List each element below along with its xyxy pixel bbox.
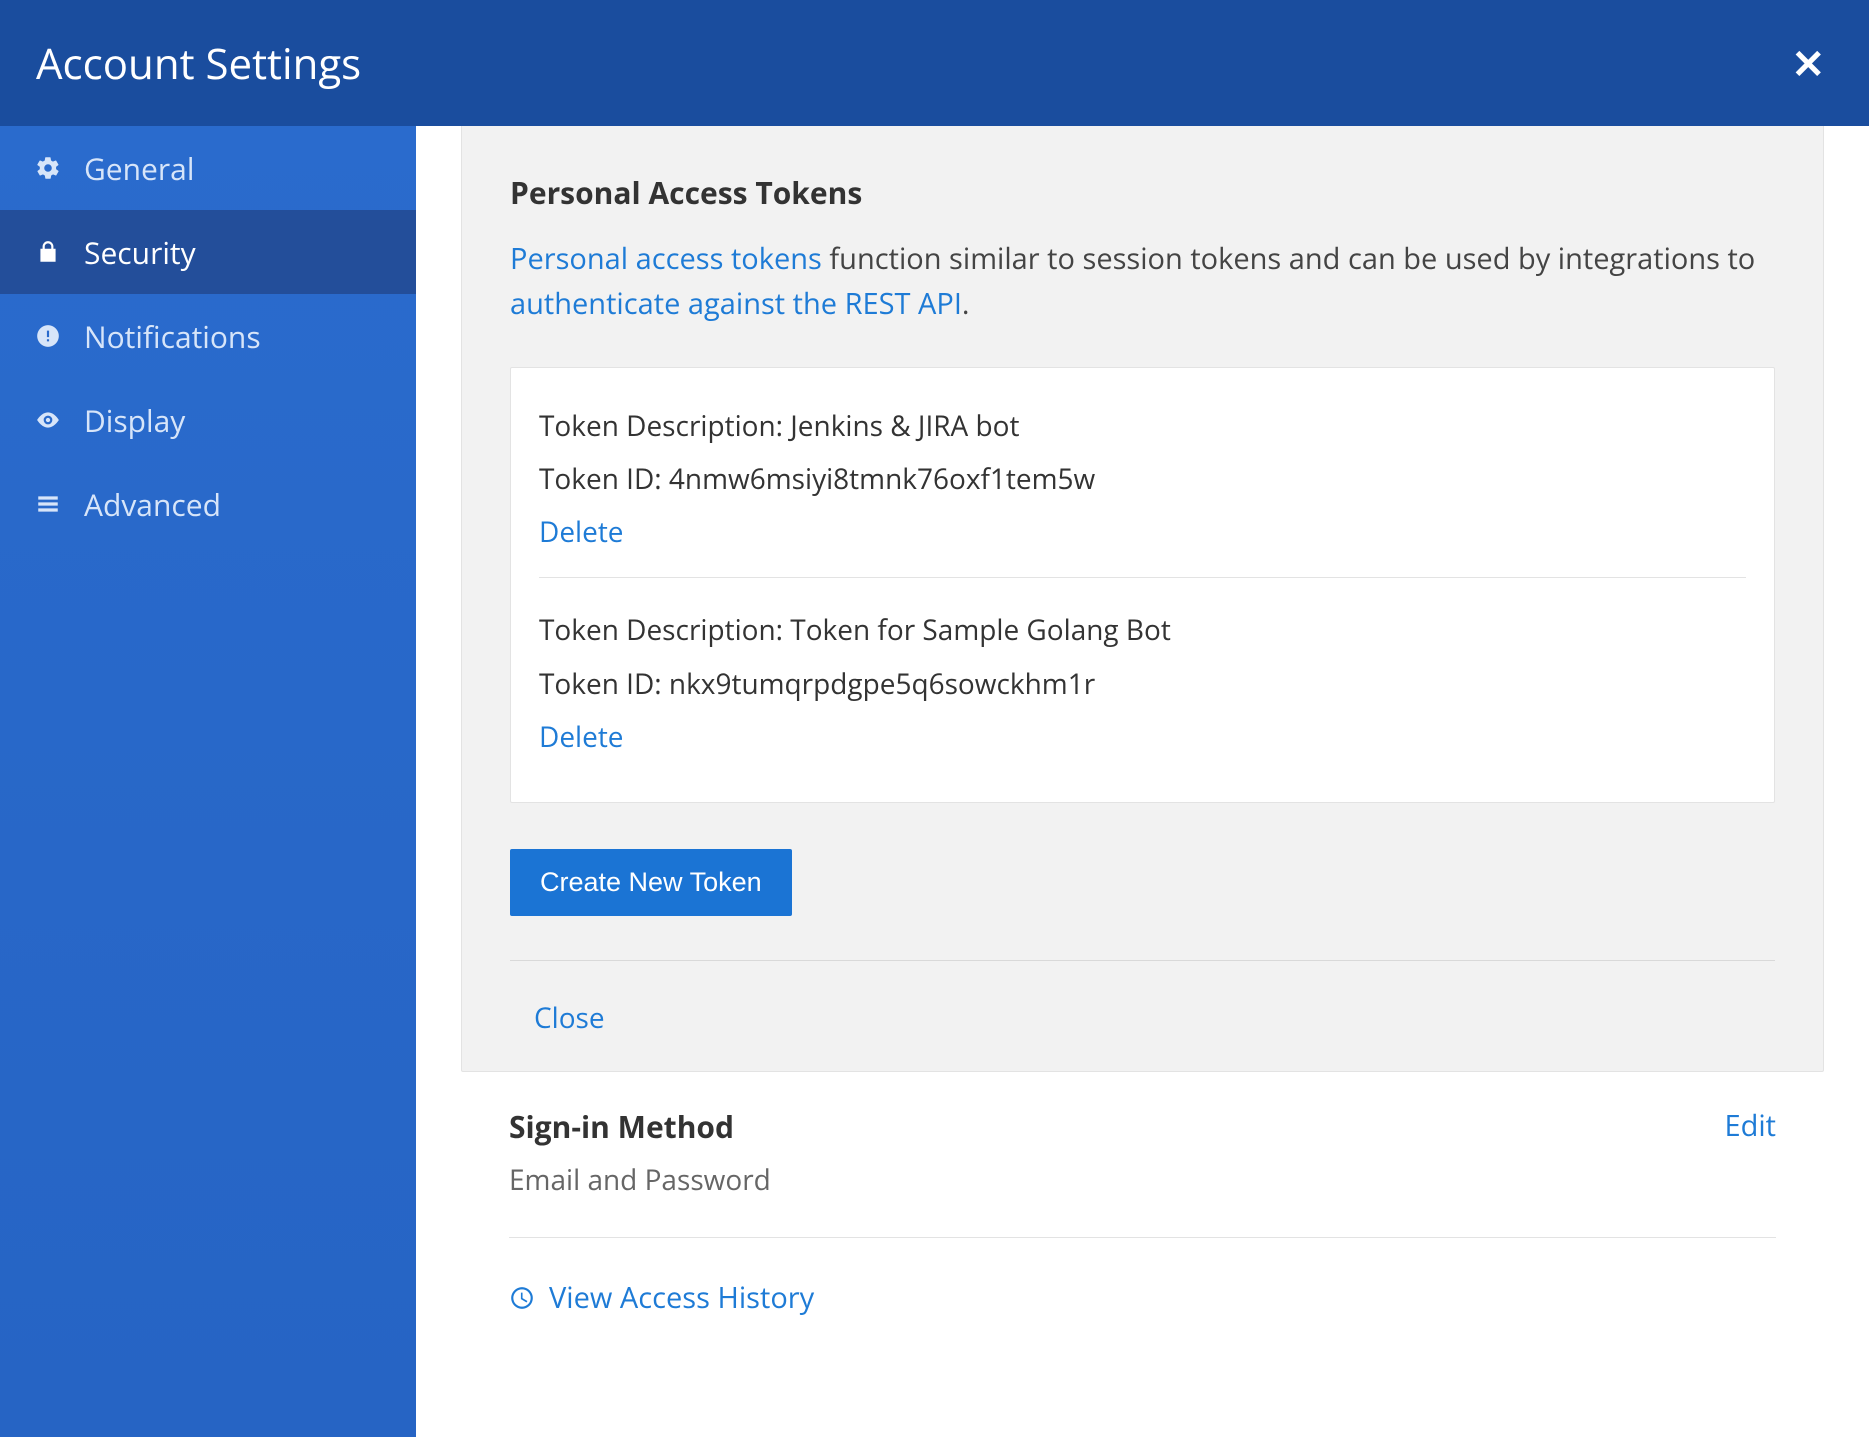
account-settings-modal: Account Settings ✕ General Security N (0, 0, 1869, 1437)
gear-icon (30, 155, 66, 181)
view-access-history-label: View Access History (549, 1278, 814, 1317)
eye-icon (30, 407, 66, 433)
tokens-list: Token Description: Jenkins & JIRA bot To… (510, 367, 1775, 803)
token-id-line: Token ID: nkx9tumqrpdgpe5q6sowckhm1r (539, 658, 1746, 711)
sidebar-item-security[interactable]: Security (0, 210, 416, 294)
sidebar-item-advanced[interactable]: Advanced (0, 462, 416, 546)
signin-info: Sign-in Method Email and Password (509, 1106, 771, 1199)
clock-icon (509, 1285, 535, 1311)
token-row: Token Description: Token for Sample Gola… (539, 577, 1746, 782)
create-new-token-button[interactable]: Create New Token (510, 849, 792, 916)
pat-description: Personal access tokens function similar … (510, 237, 1775, 327)
signin-title: Sign-in Method (509, 1106, 771, 1147)
pat-desc-text-2: . (962, 284, 970, 323)
personal-access-tokens-panel: Personal Access Tokens Personal access t… (461, 126, 1824, 1072)
delete-token-link[interactable]: Delete (539, 711, 624, 764)
pat-api-doc-link[interactable]: authenticate against the REST API (510, 284, 962, 323)
token-description-value: Jenkins & JIRA bot (790, 407, 1019, 445)
pat-section-title: Personal Access Tokens (510, 172, 1775, 213)
pat-doc-link[interactable]: Personal access tokens (510, 239, 822, 278)
edit-signin-link[interactable]: Edit (1724, 1106, 1776, 1145)
token-id-label: Token ID: (539, 665, 669, 703)
sidebar: General Security Notifications Display (0, 126, 416, 1437)
sidebar-item-label: Notifications (84, 316, 261, 357)
signin-method-section: Sign-in Method Email and Password Edit (461, 1072, 1824, 1199)
modal-body: General Security Notifications Display (0, 126, 1869, 1437)
close-icon[interactable]: ✕ (1785, 37, 1831, 89)
token-description-line: Token Description: Token for Sample Gola… (539, 604, 1746, 657)
lock-icon (30, 239, 66, 265)
sidebar-item-general[interactable]: General (0, 126, 416, 210)
view-access-history-link[interactable]: View Access History (461, 1238, 1824, 1317)
main-content: Personal Access Tokens Personal access t… (416, 126, 1869, 1437)
modal-header: Account Settings ✕ (0, 0, 1869, 126)
token-id-label: Token ID: (539, 460, 669, 498)
list-icon (30, 491, 66, 517)
token-id-line: Token ID: 4nmw6msiyi8tmnk76oxf1tem5w (539, 453, 1746, 506)
sidebar-item-label: Display (84, 400, 185, 441)
token-id-value: nkx9tumqrpdgpe5q6sowckhm1r (669, 665, 1095, 703)
sidebar-item-label: Security (84, 232, 196, 273)
sidebar-item-label: Advanced (84, 484, 221, 525)
token-id-value: 4nmw6msiyi8tmnk76oxf1tem5w (669, 460, 1095, 498)
panel-divider (510, 960, 1775, 961)
token-description-label: Token Description: (539, 611, 790, 649)
token-row: Token Description: Jenkins & JIRA bot To… (539, 396, 1746, 578)
modal-title: Account Settings (36, 35, 361, 92)
token-description-line: Token Description: Jenkins & JIRA bot (539, 400, 1746, 453)
close-panel-link[interactable]: Close (534, 999, 605, 1037)
pat-desc-text-1: function similar to session tokens and c… (822, 239, 1755, 278)
sidebar-item-label: General (84, 148, 194, 189)
token-description-value: Token for Sample Golang Bot (790, 611, 1171, 649)
sidebar-item-display[interactable]: Display (0, 378, 416, 462)
signin-method-value: Email and Password (509, 1161, 771, 1199)
alert-icon (30, 323, 66, 349)
token-description-label: Token Description: (539, 407, 790, 445)
sidebar-item-notifications[interactable]: Notifications (0, 294, 416, 378)
delete-token-link[interactable]: Delete (539, 506, 624, 559)
